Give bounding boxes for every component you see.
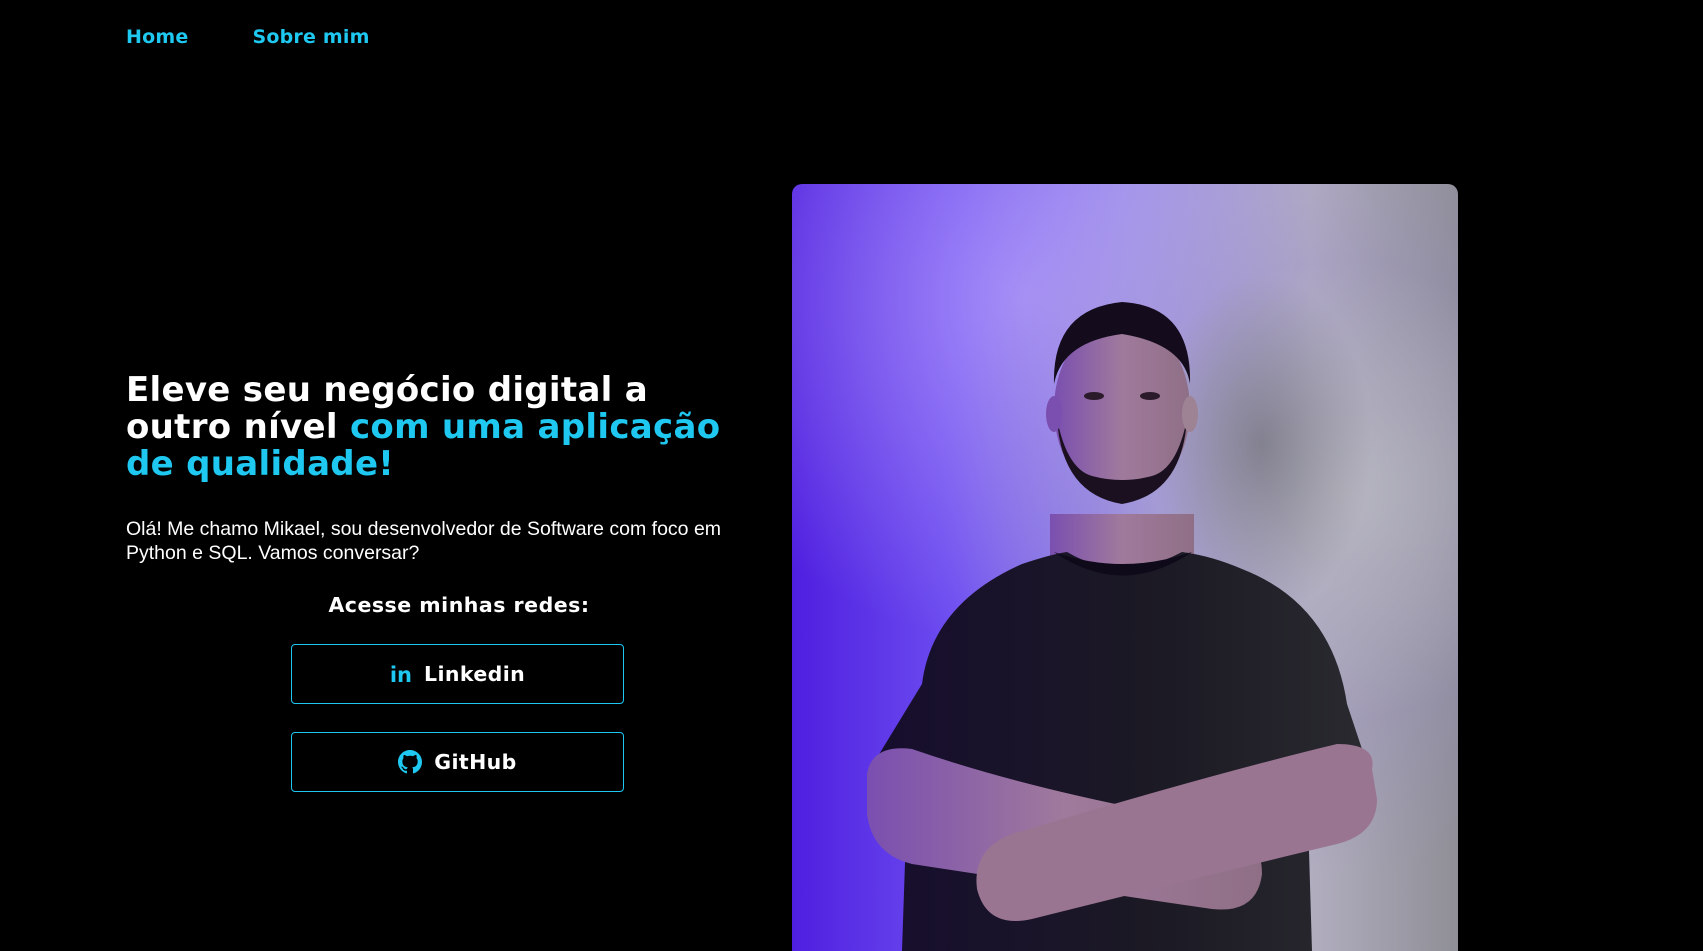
- top-nav: Home Sobre mim: [126, 26, 370, 48]
- portrait-illustration: [867, 274, 1377, 951]
- hero-intro: Olá! Me chamo Mikael, sou desenvolvedor …: [126, 518, 722, 564]
- right-ear: [1182, 396, 1198, 432]
- hero-text: Eleve seu negócio digital a outro nível …: [126, 372, 746, 565]
- nav-about-link[interactable]: Sobre mim: [252, 26, 369, 48]
- linkedin-icon: in: [389, 663, 412, 687]
- left-ear: [1046, 396, 1062, 432]
- right-eye: [1140, 392, 1160, 400]
- github-label: GitHub: [434, 750, 517, 774]
- linkedin-button[interactable]: in Linkedin: [291, 644, 624, 704]
- profile-photo: [792, 184, 1458, 951]
- github-button[interactable]: GitHub: [291, 732, 624, 792]
- linkedin-label: Linkedin: [423, 662, 526, 686]
- social-title: Acesse minhas redes:: [328, 593, 590, 617]
- github-icon: [398, 750, 423, 774]
- hero-headline: Eleve seu negócio digital a outro nível …: [126, 372, 746, 483]
- nav-home-link[interactable]: Home: [126, 26, 188, 48]
- left-eye: [1084, 392, 1104, 400]
